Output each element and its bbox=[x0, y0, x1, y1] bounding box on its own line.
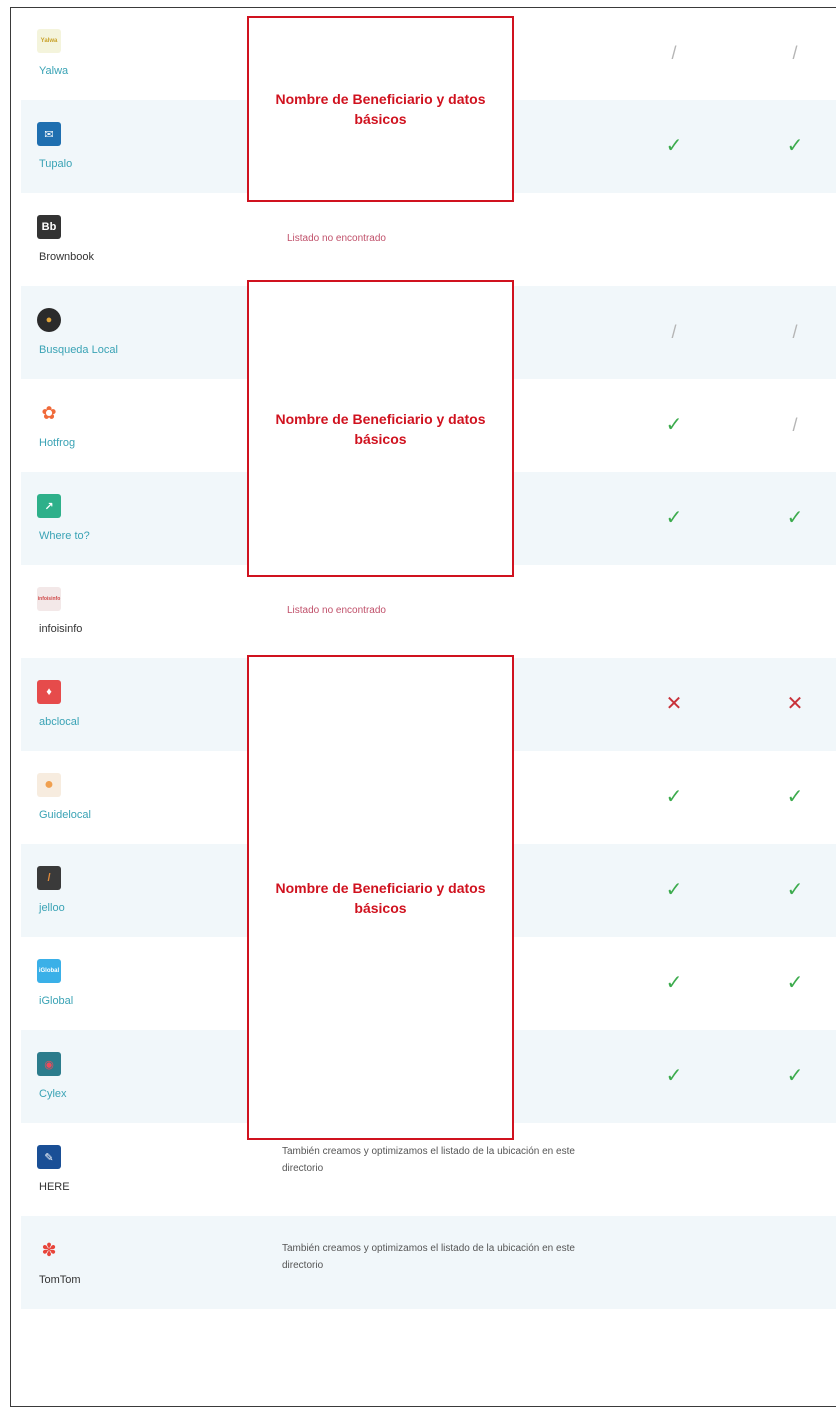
redaction-box: Nombre de Beneficiario y datos básicos bbox=[247, 280, 514, 577]
listing-row-tomtom: ✽ TomTom También creamos y optimizamos e… bbox=[21, 1216, 836, 1309]
status-col1-check-icon: ✓ bbox=[665, 507, 683, 529]
status-col2-check-icon: ✓ bbox=[786, 135, 804, 157]
listing-not-found-note: Listado no encontrado bbox=[287, 605, 386, 616]
brownbook-logo-icon: Bb bbox=[37, 215, 61, 239]
hotfrog-logo-icon: ✿ bbox=[41, 402, 57, 423]
iglobal-logo-icon: iGlobal bbox=[37, 959, 61, 983]
listing-name: Brownbook bbox=[39, 251, 95, 263]
listing-info-text: También creamos y optimizamos el listado… bbox=[282, 1243, 575, 1271]
listing-name: jelloo bbox=[39, 902, 65, 914]
where-to-logo-icon: ↗ bbox=[37, 494, 61, 518]
redaction-box: Nombre de Beneficiario y datos básicos bbox=[247, 16, 514, 202]
redaction-label: Nombre de Beneficiario y datos básicos bbox=[275, 410, 486, 447]
status-col2-check-icon: ✓ bbox=[786, 507, 804, 529]
busqueda-local-logo-icon: ● bbox=[37, 308, 61, 332]
listing-name: TomTom bbox=[39, 1274, 81, 1286]
status-col1-check-icon: ✓ bbox=[665, 879, 683, 901]
tupalo-logo-icon: ✉ bbox=[37, 122, 61, 146]
listing-name: iGlobal bbox=[39, 995, 74, 1007]
listing-name: Hotfrog bbox=[39, 437, 76, 449]
listing-name: Where to? bbox=[39, 530, 90, 542]
status-col1-check-icon: ✓ bbox=[665, 972, 683, 994]
redaction-label: Nombre de Beneficiario y datos básicos bbox=[275, 91, 486, 127]
status-col1-check-icon: ✓ bbox=[665, 414, 683, 436]
status-col1-check-icon: ✓ bbox=[665, 135, 683, 157]
status-col1-slash-icon: / bbox=[671, 43, 677, 63]
status-col1-check-icon: ✓ bbox=[665, 786, 683, 808]
cylex-logo-icon: ◉ bbox=[37, 1052, 61, 1076]
redaction-label: Nombre de Beneficiario y datos básicos bbox=[275, 879, 486, 916]
guidelocal-logo-icon: ● bbox=[37, 773, 61, 797]
infoisinfo-logo-icon: infoisinfo bbox=[37, 587, 61, 611]
listing-row-brownbook: Bb Brownbook Listado no encontrado bbox=[21, 193, 836, 286]
status-col2-slash-icon: / bbox=[792, 43, 798, 63]
status-col2-check-icon: ✓ bbox=[786, 1065, 804, 1087]
status-col2-slash-icon: / bbox=[792, 322, 798, 342]
listing-name: Cylex bbox=[39, 1088, 67, 1100]
redaction-box: Nombre de Beneficiario y datos básicos bbox=[247, 655, 514, 1140]
status-col1-slash-icon: / bbox=[671, 322, 677, 342]
listing-name: Guidelocal bbox=[39, 809, 91, 821]
listing-name: HERE bbox=[39, 1181, 70, 1193]
status-col2-slash-icon: / bbox=[792, 415, 798, 435]
listing-name: infoisinfo bbox=[39, 623, 83, 635]
status-col2-cross-icon: ✕ bbox=[786, 693, 804, 715]
jelloo-logo-icon: / bbox=[37, 866, 61, 890]
abclocal-logo-icon: ♦ bbox=[37, 680, 61, 704]
status-col1-check-icon: ✓ bbox=[665, 1065, 683, 1087]
listing-name: Yalwa bbox=[39, 65, 69, 77]
listing-row-infoisinfo: infoisinfo infoisinfo Listado no encontr… bbox=[21, 565, 836, 658]
status-col2-check-icon: ✓ bbox=[786, 786, 804, 808]
status-col2-check-icon: ✓ bbox=[786, 879, 804, 901]
here-logo-icon: ✎ bbox=[37, 1145, 61, 1169]
listing-name: Tupalo bbox=[39, 158, 73, 170]
status-col2-check-icon: ✓ bbox=[786, 972, 804, 994]
listing-name: Busqueda Local bbox=[39, 344, 118, 356]
listing-not-found-note: Listado no encontrado bbox=[287, 233, 386, 244]
yalwa-logo-icon: Yalwa bbox=[37, 29, 61, 53]
tomtom-logo-icon: ✽ bbox=[41, 1239, 57, 1260]
listing-info-text: También creamos y optimizamos el listado… bbox=[282, 1146, 575, 1174]
status-col1-cross-icon: ✕ bbox=[665, 693, 683, 715]
listing-name: abclocal bbox=[39, 716, 80, 728]
